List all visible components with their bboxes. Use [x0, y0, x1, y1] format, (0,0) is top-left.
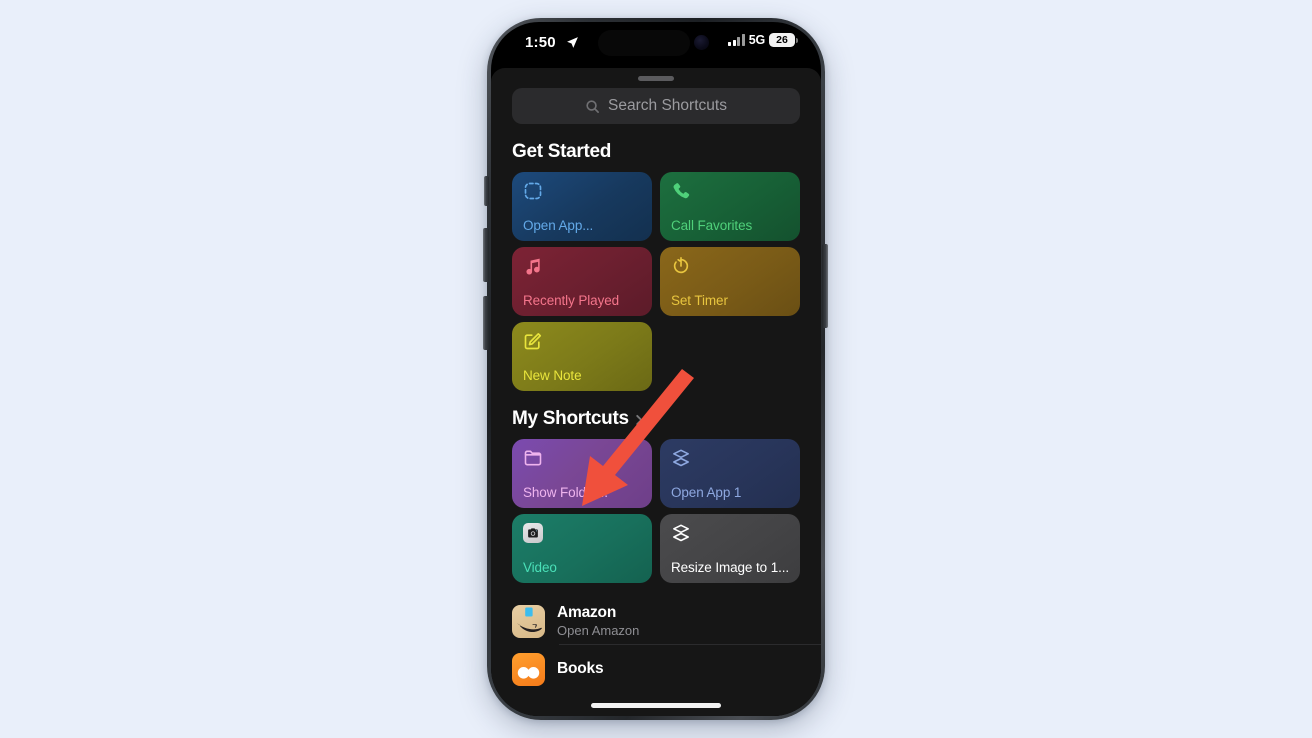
- battery-level: 26: [776, 34, 788, 46]
- shortcut-tile-label: Recently Played: [523, 293, 620, 308]
- folder-icon: [524, 450, 542, 466]
- phone-icon: [673, 183, 690, 199]
- compose-note-icon: [524, 333, 542, 350]
- cellular-bars-icon: [728, 34, 745, 46]
- tile-grid-get-started: Open App... Call Favorites Recently Play…: [512, 172, 800, 391]
- volume-up-button[interactable]: [483, 228, 489, 282]
- layers-icon: [673, 524, 689, 542]
- list-item-title: Amazon: [557, 604, 617, 621]
- tile-grid-my-shortcuts: Show Folder... Open App 1 Video Resize I…: [512, 439, 800, 583]
- battery-icon: 26: [769, 33, 798, 47]
- music-note-icon: [526, 258, 540, 275]
- dynamic-island: [598, 30, 690, 56]
- power-button[interactable]: [822, 244, 828, 328]
- shortcut-tile-label: Open App 1: [671, 485, 742, 500]
- amazon-app-icon: [512, 604, 545, 638]
- list-item-text: Amazon Open Amazon: [557, 604, 639, 638]
- home-indicator[interactable]: [591, 703, 721, 708]
- layers-icon: [673, 449, 689, 467]
- shortcut-tile-show-folder[interactable]: Show Folder...: [512, 439, 652, 508]
- shortcut-tile-resize-image[interactable]: Resize Image to 1...: [660, 514, 800, 583]
- chevron-right-icon: [636, 414, 643, 426]
- timer-icon: [673, 257, 689, 274]
- section-title: My Shortcuts: [512, 408, 629, 429]
- shortcut-tile-label: Video: [523, 560, 557, 575]
- shortcut-tile-new-note[interactable]: New Note: [512, 322, 652, 391]
- shortcut-tile-label: Show Folder...: [523, 485, 608, 500]
- location-arrow-icon: [567, 37, 578, 48]
- section-header-get-started: Get Started: [512, 141, 800, 163]
- camera-app-icon: [523, 523, 543, 543]
- status-bar: 1:50 5G 26: [491, 22, 821, 70]
- list-item[interactable]: Books: [491, 645, 821, 693]
- sheet-grabber[interactable]: [638, 76, 674, 81]
- shortcut-tile-open-app[interactable]: Open App...: [512, 172, 652, 241]
- volume-down-button[interactable]: [483, 296, 489, 350]
- list-item-title: Books: [557, 660, 604, 677]
- silent-switch[interactable]: [484, 176, 489, 206]
- sheet-content: Search Shortcuts Get Started Open App...: [491, 88, 821, 693]
- list-item[interactable]: Amazon Open Amazon: [491, 597, 821, 645]
- list-item-text: Books: [557, 660, 604, 678]
- shortcut-tile-call-favorites[interactable]: Call Favorites: [660, 172, 800, 241]
- search-input[interactable]: Search Shortcuts: [512, 88, 800, 124]
- shortcut-tile-video[interactable]: Video: [512, 514, 652, 583]
- shortcut-tile-recently-played[interactable]: Recently Played: [512, 247, 652, 316]
- shortcut-tile-label: New Note: [523, 368, 582, 383]
- shortcut-tile-label: Open App...: [523, 218, 594, 233]
- status-indicators: 5G 26: [728, 33, 798, 47]
- dashed-square-icon: [524, 182, 542, 200]
- front-camera-icon: [694, 35, 709, 50]
- section-header-my-shortcuts[interactable]: My Shortcuts: [512, 408, 800, 430]
- shortcut-tile-open-app-1[interactable]: Open App 1: [660, 439, 800, 508]
- shortcut-tile-set-timer[interactable]: Set Timer: [660, 247, 800, 316]
- search-icon: [586, 99, 599, 113]
- status-time: 1:50: [525, 34, 556, 51]
- shortcuts-sheet: Search Shortcuts Get Started Open App...: [491, 68, 821, 716]
- shortcut-tile-label: Call Favorites: [671, 218, 753, 233]
- phone-screen: 1:50 5G 26 Search Shortcuts Get Started …: [491, 22, 821, 716]
- network-label: 5G: [748, 33, 765, 47]
- books-app-icon: [512, 652, 545, 686]
- battery-tip: [796, 37, 798, 43]
- search-placeholder: Search Shortcuts: [608, 97, 727, 114]
- screenshot-stage: 1:50 5G 26 Search Shortcuts Get Started …: [0, 0, 1312, 738]
- shortcut-list: Amazon Open Amazon Books: [491, 597, 821, 693]
- section-title: Get Started: [512, 141, 612, 162]
- shortcut-tile-label: Resize Image to 1...: [671, 560, 790, 575]
- list-item-subtitle: Open Amazon: [557, 623, 640, 638]
- shortcut-tile-label: Set Timer: [671, 293, 728, 308]
